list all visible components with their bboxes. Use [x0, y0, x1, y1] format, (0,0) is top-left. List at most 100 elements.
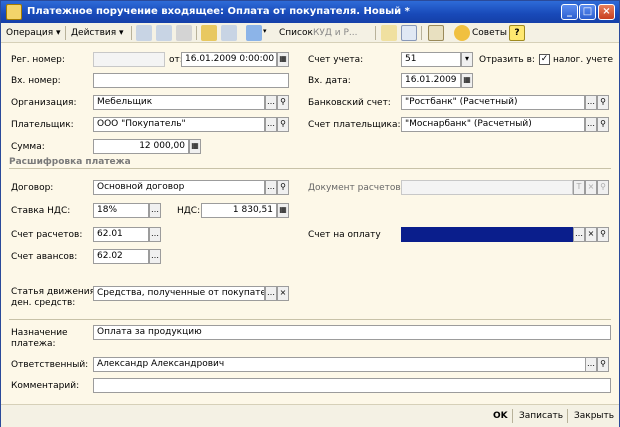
list-button[interactable]: Список: [279, 25, 313, 41]
bank-select-button[interactable]: …: [585, 95, 597, 110]
invoice-clear-icon[interactable]: ×: [585, 227, 597, 242]
footer-bar: OK Записать Закрыть: [1, 404, 619, 427]
report-icon[interactable]: [401, 25, 417, 41]
advance-acc-select-button[interactable]: …: [149, 249, 161, 264]
close-form-button[interactable]: Закрыть: [574, 409, 614, 424]
in-date-calendar-icon[interactable]: ▦: [461, 73, 473, 88]
contract-open-icon[interactable]: ⚲: [277, 180, 289, 195]
advance-acc-field[interactable]: 62.02: [93, 249, 149, 264]
settle-doc-clear-icon[interactable]: ×: [585, 180, 597, 195]
date-field[interactable]: 16.01.2009 0:00:00: [181, 52, 277, 67]
in-date-field[interactable]: 16.01.2009: [401, 73, 461, 88]
purpose-field[interactable]: Оплата за продукцию: [93, 325, 611, 340]
copy-icon[interactable]: [156, 25, 172, 41]
account-field[interactable]: 51: [401, 52, 461, 67]
section-divider: [9, 168, 611, 169]
vat-field[interactable]: 1 830,51: [201, 203, 277, 218]
kudir-button[interactable]: КУД и Р...: [313, 25, 358, 41]
payer-label: Плательщик:: [11, 120, 74, 130]
post-icon[interactable]: [201, 25, 217, 41]
structure-icon[interactable]: [246, 25, 262, 41]
payer-account-open-icon[interactable]: ⚲: [597, 117, 609, 132]
settle-doc-type-icon[interactable]: T: [573, 180, 585, 195]
settle-doc-field[interactable]: [401, 180, 573, 195]
add-icon[interactable]: [136, 25, 152, 41]
settle-doc-open-icon[interactable]: ⚲: [597, 180, 609, 195]
sum-label: Сумма:: [11, 142, 45, 152]
settle-acc-select-button[interactable]: …: [149, 227, 161, 242]
reflect-label: Отразить в:: [479, 55, 535, 65]
vat-calculator-icon[interactable]: ▦: [277, 203, 289, 218]
unpost-icon[interactable]: [221, 25, 237, 41]
minimize-button[interactable]: _: [561, 4, 578, 20]
settle-doc-label: Документ расчетов:: [308, 183, 404, 193]
advance-acc-label: Счет авансов:: [11, 252, 78, 262]
purpose-label-1: Назначение: [11, 328, 68, 338]
purpose-label-2: платежа:: [11, 339, 56, 349]
cashflow-field[interactable]: Средства, полученные от покупателей: [93, 286, 265, 301]
reg-number-label: Рег. номер:: [11, 55, 65, 65]
invoice-select-button[interactable]: …: [573, 227, 585, 242]
save-button[interactable]: Записать: [519, 409, 563, 424]
tax-label: налог. учете: [553, 55, 614, 65]
payer-select-button[interactable]: …: [265, 117, 277, 132]
vat-rate-select-button[interactable]: …: [149, 203, 161, 218]
actions-menu[interactable]: Действия ▾: [71, 25, 124, 41]
toolbar: Операция ▾ Действия ▾ ▾ Список КУД и Р..…: [1, 23, 619, 43]
reg-number-field[interactable]: [93, 52, 165, 67]
account-dropdown-icon[interactable]: ▾: [461, 52, 473, 67]
org-select-button[interactable]: …: [265, 95, 277, 110]
dt-kt-icon[interactable]: [381, 25, 397, 41]
in-date-label: Вх. дата:: [308, 76, 351, 86]
help-icon[interactable]: ?: [509, 25, 525, 41]
payer-open-icon[interactable]: ⚲: [277, 117, 289, 132]
section-title: Расшифровка платежа: [9, 157, 131, 167]
ok-button[interactable]: OK: [493, 409, 508, 424]
maximize-button[interactable]: □: [579, 4, 596, 20]
invoice-field[interactable]: [401, 227, 573, 242]
bottom-divider: [9, 319, 611, 320]
org-field[interactable]: Мебельщик: [93, 95, 265, 110]
vat-rate-field[interactable]: 18%: [93, 203, 149, 218]
cashflow-select-button[interactable]: …: [265, 286, 277, 301]
responsible-select-button[interactable]: …: [585, 357, 597, 372]
responsible-label: Ответственный:: [11, 360, 89, 370]
comment-label: Комментарий:: [11, 381, 80, 391]
window-title: Платежное поручение входящее: Оплата от …: [27, 6, 410, 17]
cashflow-label-2: ден. средств:: [11, 298, 76, 308]
delete-icon[interactable]: [176, 25, 192, 41]
payer-account-field[interactable]: "Моснарбанк" (Расчетный): [401, 117, 585, 132]
in-number-field[interactable]: [93, 73, 289, 88]
org-label: Организация:: [11, 98, 77, 108]
tips-button[interactable]: Советы: [472, 25, 507, 41]
operation-menu[interactable]: Операция ▾: [6, 25, 61, 41]
payer-account-label: Счет плательщика:: [308, 120, 401, 130]
responsible-field[interactable]: Александр Александрович: [93, 357, 599, 372]
org-open-icon[interactable]: ⚲: [277, 95, 289, 110]
payer-field[interactable]: ООО "Покупатель": [93, 117, 265, 132]
contract-label: Договор:: [11, 183, 54, 193]
bank-field[interactable]: "Ростбанк" (Расчетный): [401, 95, 585, 110]
vat-rate-label: Ставка НДС:: [11, 206, 71, 216]
document-icon: [6, 4, 22, 20]
bank-open-icon[interactable]: ⚲: [597, 95, 609, 110]
contract-select-button[interactable]: …: [265, 180, 277, 195]
bank-label: Банковский счет:: [308, 98, 391, 108]
close-button[interactable]: ×: [598, 4, 615, 20]
sum-field[interactable]: 12 000,00: [93, 139, 189, 154]
comment-field[interactable]: [93, 378, 611, 393]
contract-field[interactable]: Основной договор: [93, 180, 265, 195]
vat-label: НДС:: [177, 206, 201, 216]
tax-checkbox[interactable]: ✓: [539, 54, 550, 65]
calculator-icon[interactable]: ▦: [189, 139, 201, 154]
cashflow-clear-icon[interactable]: ×: [277, 286, 289, 301]
settle-acc-label: Счет расчетов:: [11, 230, 83, 240]
calendar-icon[interactable]: ▦: [277, 52, 289, 67]
text-icon[interactable]: [428, 25, 444, 41]
tips-icon[interactable]: [454, 25, 470, 41]
responsible-open-icon[interactable]: ⚲: [597, 357, 609, 372]
payer-account-select-button[interactable]: …: [585, 117, 597, 132]
settle-acc-field[interactable]: 62.01: [93, 227, 149, 242]
invoice-open-icon[interactable]: ⚲: [597, 227, 609, 242]
cashflow-label-1: Статья движения: [11, 287, 96, 297]
